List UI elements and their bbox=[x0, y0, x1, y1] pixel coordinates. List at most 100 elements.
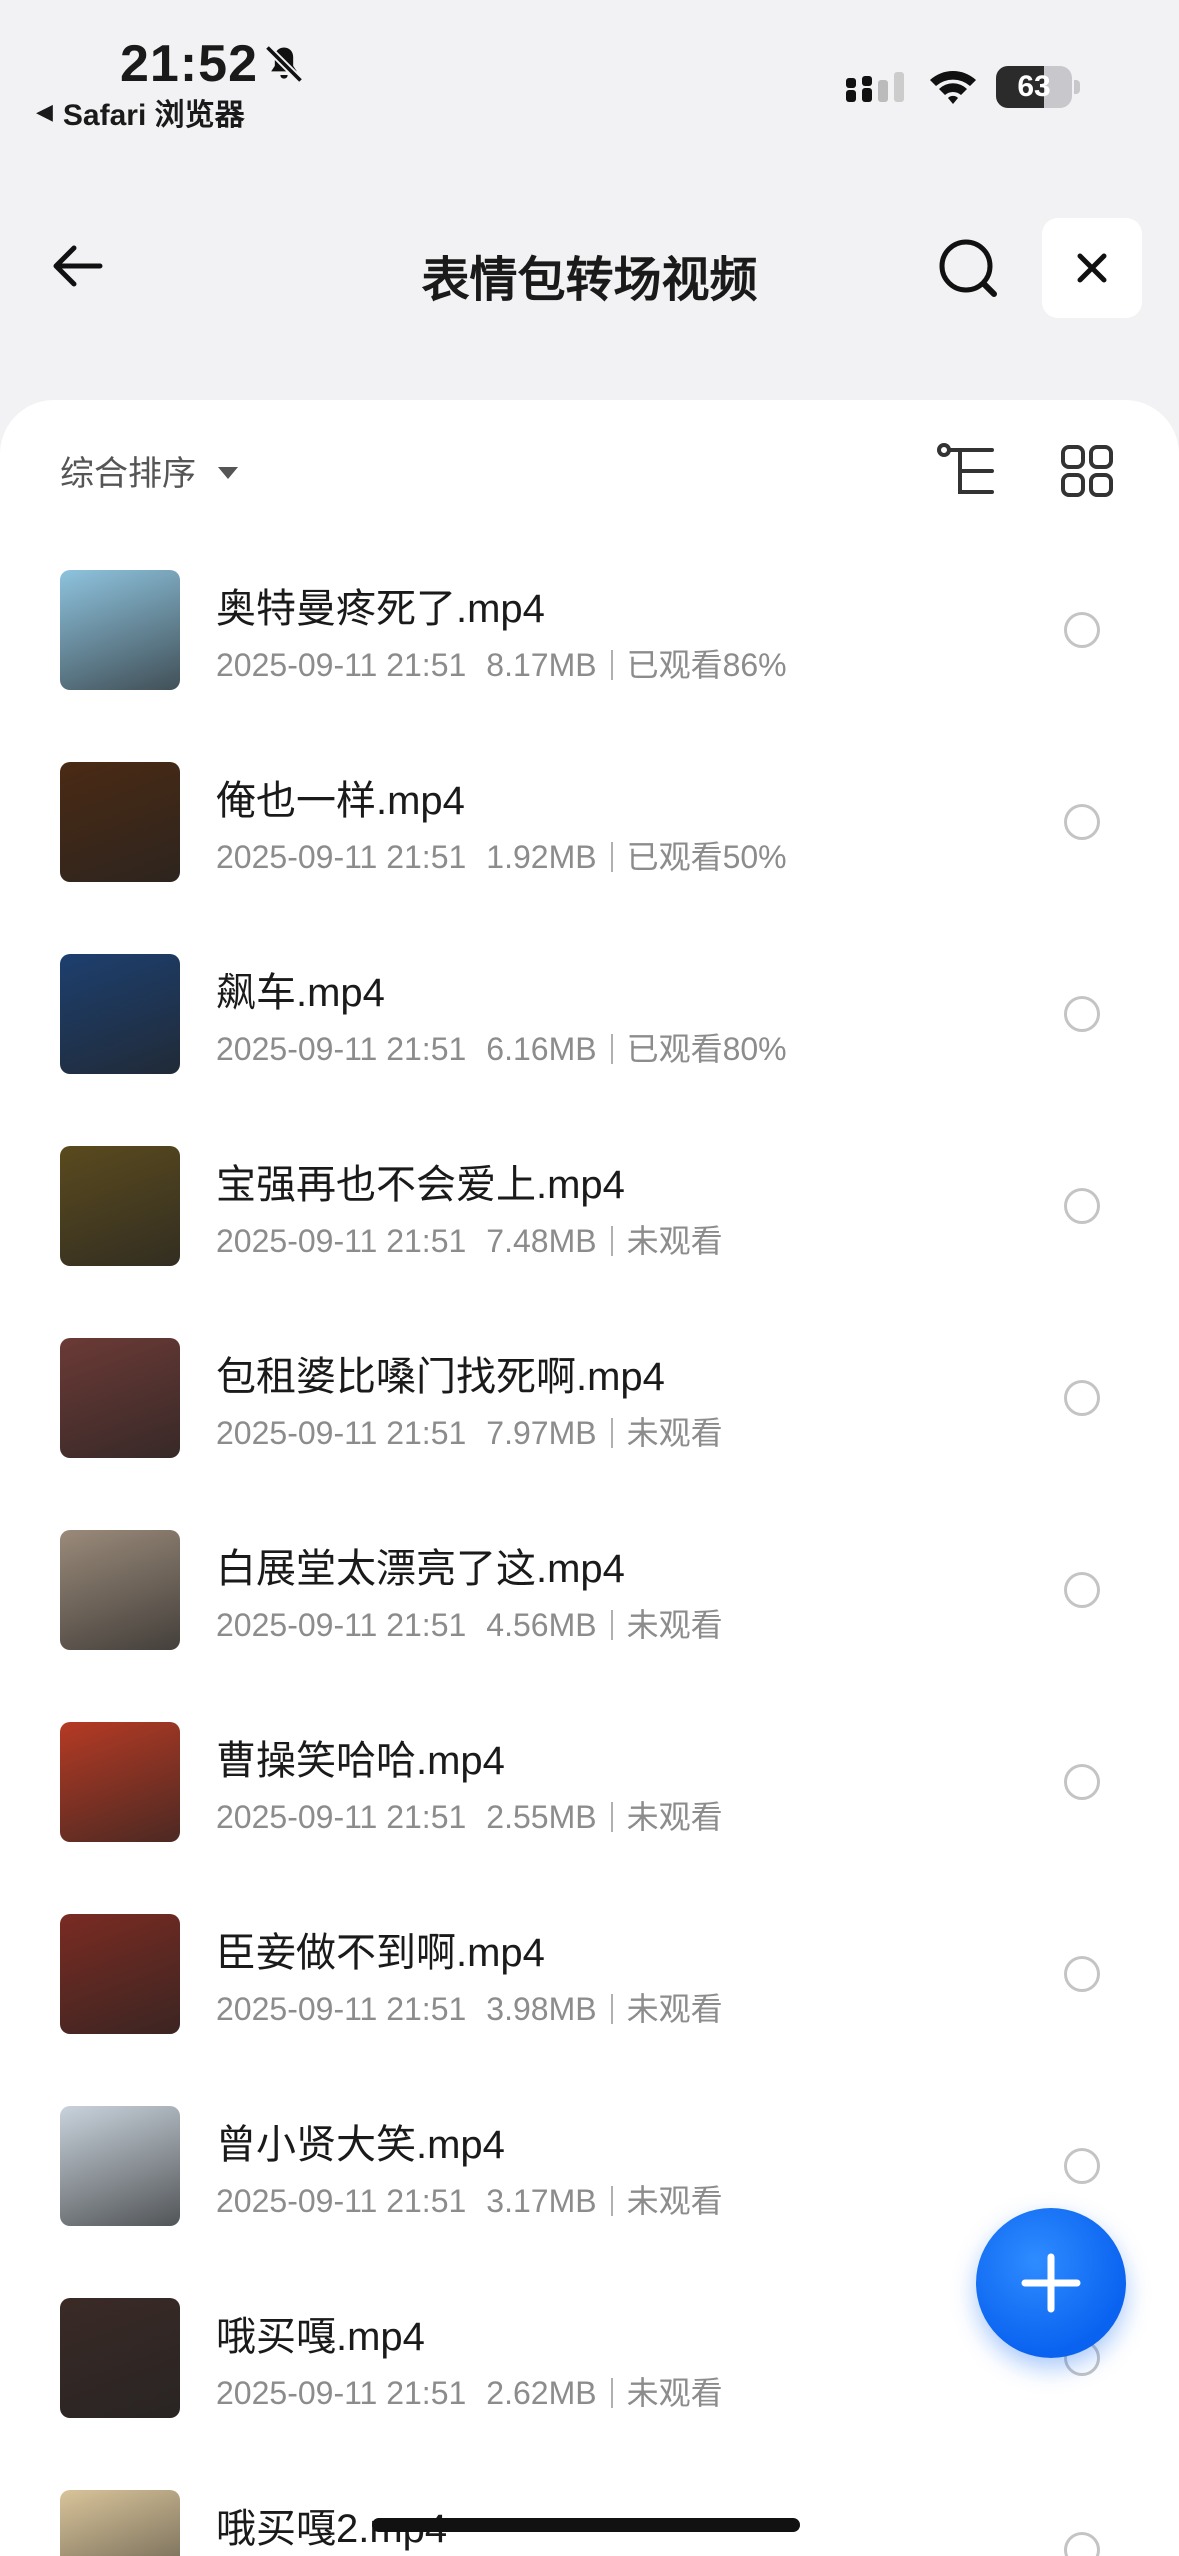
file-size: 6.16MB bbox=[486, 1031, 597, 1067]
battery-indicator: 63 bbox=[996, 66, 1080, 108]
file-meta: 2025-09-11 21:51 1.92MB 已观看50% bbox=[216, 832, 787, 878]
select-radio[interactable] bbox=[1064, 2148, 1100, 2184]
file-meta: 2025-09-11 21:51 2.55MB 未观看 bbox=[216, 1792, 723, 1838]
close-button[interactable] bbox=[1042, 218, 1142, 318]
file-meta: 2025-09-11 21:51 7.97MB 未观看 bbox=[216, 1408, 723, 1454]
video-thumbnail bbox=[60, 1914, 180, 2034]
back-app-label: Safari 浏览器 bbox=[62, 99, 245, 132]
video-thumbnail bbox=[60, 954, 180, 1074]
file-name: 哦买嘎.mp4 bbox=[216, 2315, 425, 2359]
file-size: 3.17MB bbox=[486, 2183, 597, 2219]
video-thumbnail bbox=[60, 2106, 180, 2226]
list-item[interactable]: 臣妾做不到啊.mp4 2025-09-11 21:51 3.98MB 未观看 bbox=[0, 1914, 1179, 2106]
watch-status: 未观看 bbox=[626, 1223, 723, 1259]
video-thumbnail bbox=[60, 2298, 180, 2418]
watch-status: 未观看 bbox=[626, 2375, 723, 2411]
video-thumbnail bbox=[60, 2490, 180, 2556]
video-thumbnail bbox=[60, 1146, 180, 1266]
list-item[interactable]: 白展堂太漂亮了这.mp4 2025-09-11 21:51 4.56MB 未观看 bbox=[0, 1530, 1179, 1722]
add-button[interactable] bbox=[976, 2208, 1126, 2358]
back-triangle-icon: ◀ bbox=[36, 99, 53, 124]
select-radio[interactable] bbox=[1064, 1956, 1100, 1992]
file-name: 奥特曼疼死了.mp4 bbox=[216, 587, 545, 631]
select-radio[interactable] bbox=[1064, 1764, 1100, 1800]
watch-status: 已观看86% bbox=[626, 647, 787, 683]
navigation-bar: 表情包转场视频 bbox=[0, 200, 1179, 330]
search-icon[interactable] bbox=[930, 230, 1006, 306]
file-meta: 2025-09-11 21:51 7.48MB 未观看 bbox=[216, 1216, 723, 1262]
file-date: 2025-09-11 21:51 bbox=[216, 1031, 467, 1067]
file-meta: 2025-09-11 21:51 8.17MB 已观看86% bbox=[216, 640, 787, 686]
file-size: 2.55MB bbox=[486, 1799, 597, 1835]
file-meta: 2025-09-11 21:51 6.16MB 已观看80% bbox=[216, 1024, 787, 1070]
list-item[interactable]: 宝强再也不会爱上.mp4 2025-09-11 21:51 7.48MB 未观看 bbox=[0, 1146, 1179, 1338]
file-meta: 2025-09-11 21:51 3.17MB 未观看 bbox=[216, 2176, 723, 2222]
file-name: 曹操笑哈哈.mp4 bbox=[216, 1739, 505, 1783]
sort-label: 综合排序 bbox=[60, 455, 196, 493]
file-size: 7.48MB bbox=[486, 1223, 597, 1259]
cellular-signal-icon bbox=[846, 72, 904, 102]
file-size: 3.98MB bbox=[486, 1991, 597, 2027]
file-date: 2025-09-11 21:51 bbox=[216, 2183, 467, 2219]
file-size: 2.62MB bbox=[486, 2375, 597, 2411]
file-size: 8.17MB bbox=[486, 647, 597, 683]
file-name: 臣妾做不到啊.mp4 bbox=[216, 1931, 545, 1975]
select-radio[interactable] bbox=[1064, 804, 1100, 840]
file-date: 2025-09-11 21:51 bbox=[216, 1223, 467, 1259]
list-item[interactable]: 包租婆比嗓门找死啊.mp4 2025-09-11 21:51 7.97MB 未观看 bbox=[0, 1338, 1179, 1530]
video-thumbnail bbox=[60, 762, 180, 882]
clock: 21:52 bbox=[120, 35, 258, 93]
list-item[interactable]: 俺也一样.mp4 2025-09-11 21:51 1.92MB 已观看50% bbox=[0, 762, 1179, 954]
file-date: 2025-09-11 21:51 bbox=[216, 2375, 467, 2411]
file-name: 包租婆比嗓门找死啊.mp4 bbox=[216, 1355, 665, 1399]
battery-level-text: 63 bbox=[1017, 70, 1051, 103]
watch-status: 已观看50% bbox=[626, 839, 787, 875]
select-radio[interactable] bbox=[1064, 2532, 1100, 2556]
file-name: 飙车.mp4 bbox=[216, 971, 385, 1015]
select-radio[interactable] bbox=[1064, 1188, 1100, 1224]
list-item[interactable]: 奥特曼疼死了.mp4 2025-09-11 21:51 8.17MB 已观看86% bbox=[0, 570, 1179, 762]
close-icon bbox=[1077, 253, 1107, 283]
video-thumbnail bbox=[60, 570, 180, 690]
file-meta: 2025-09-11 21:51 4.56MB 未观看 bbox=[216, 1600, 723, 1646]
file-name: 白展堂太漂亮了这.mp4 bbox=[216, 1547, 625, 1591]
bell-muted-icon bbox=[264, 44, 304, 84]
file-size: 7.97MB bbox=[486, 1415, 597, 1451]
watch-status: 已观看80% bbox=[626, 1031, 787, 1067]
file-date: 2025-09-11 21:51 bbox=[216, 1991, 467, 2027]
file-date: 2025-09-11 21:51 bbox=[216, 839, 467, 875]
grid-view-icon[interactable] bbox=[1060, 444, 1114, 498]
list-item[interactable]: 飙车.mp4 2025-09-11 21:51 6.16MB 已观看80% bbox=[0, 954, 1179, 1146]
select-radio[interactable] bbox=[1064, 612, 1100, 648]
watch-status: 未观看 bbox=[626, 1415, 723, 1451]
watch-status: 未观看 bbox=[626, 1607, 723, 1643]
home-indicator[interactable] bbox=[372, 2518, 800, 2532]
file-date: 2025-09-11 21:51 bbox=[216, 647, 467, 683]
file-meta: 2025-09-11 21:51 3.98MB 未观看 bbox=[216, 1984, 723, 2030]
wifi-icon bbox=[930, 71, 976, 104]
list-item[interactable]: 曹操笑哈哈.mp4 2025-09-11 21:51 2.55MB 未观看 bbox=[0, 1722, 1179, 1914]
sort-dropdown[interactable]: 综合排序 bbox=[60, 446, 238, 495]
watch-status: 未观看 bbox=[626, 1991, 723, 2027]
video-thumbnail bbox=[60, 1722, 180, 1842]
back-to-safari-link[interactable]: ◀ Safari 浏览器 bbox=[36, 90, 245, 134]
select-radio[interactable] bbox=[1064, 1572, 1100, 1608]
plus-icon bbox=[1021, 2253, 1081, 2313]
video-thumbnail bbox=[60, 1530, 180, 1650]
file-name: 俺也一样.mp4 bbox=[216, 779, 465, 823]
file-date: 2025-09-11 21:51 bbox=[216, 1415, 467, 1451]
watch-status: 未观看 bbox=[626, 1799, 723, 1835]
select-radio[interactable] bbox=[1064, 1380, 1100, 1416]
file-date: 2025-09-11 21:51 bbox=[216, 1799, 467, 1835]
file-date: 2025-09-11 21:51 bbox=[216, 1607, 467, 1643]
file-name: 宝强再也不会爱上.mp4 bbox=[216, 1163, 625, 1207]
file-name: 曾小贤大笑.mp4 bbox=[216, 2123, 505, 2167]
file-size: 4.56MB bbox=[486, 1607, 597, 1643]
video-thumbnail bbox=[60, 1338, 180, 1458]
watch-status: 未观看 bbox=[626, 2183, 723, 2219]
status-bar: 21:52 ◀ Safari 浏览器 63 bbox=[0, 0, 1179, 150]
select-radio[interactable] bbox=[1064, 996, 1100, 1032]
folder-tree-icon[interactable] bbox=[936, 442, 998, 500]
file-size: 1.92MB bbox=[486, 839, 597, 875]
caret-down-icon bbox=[218, 466, 238, 479]
